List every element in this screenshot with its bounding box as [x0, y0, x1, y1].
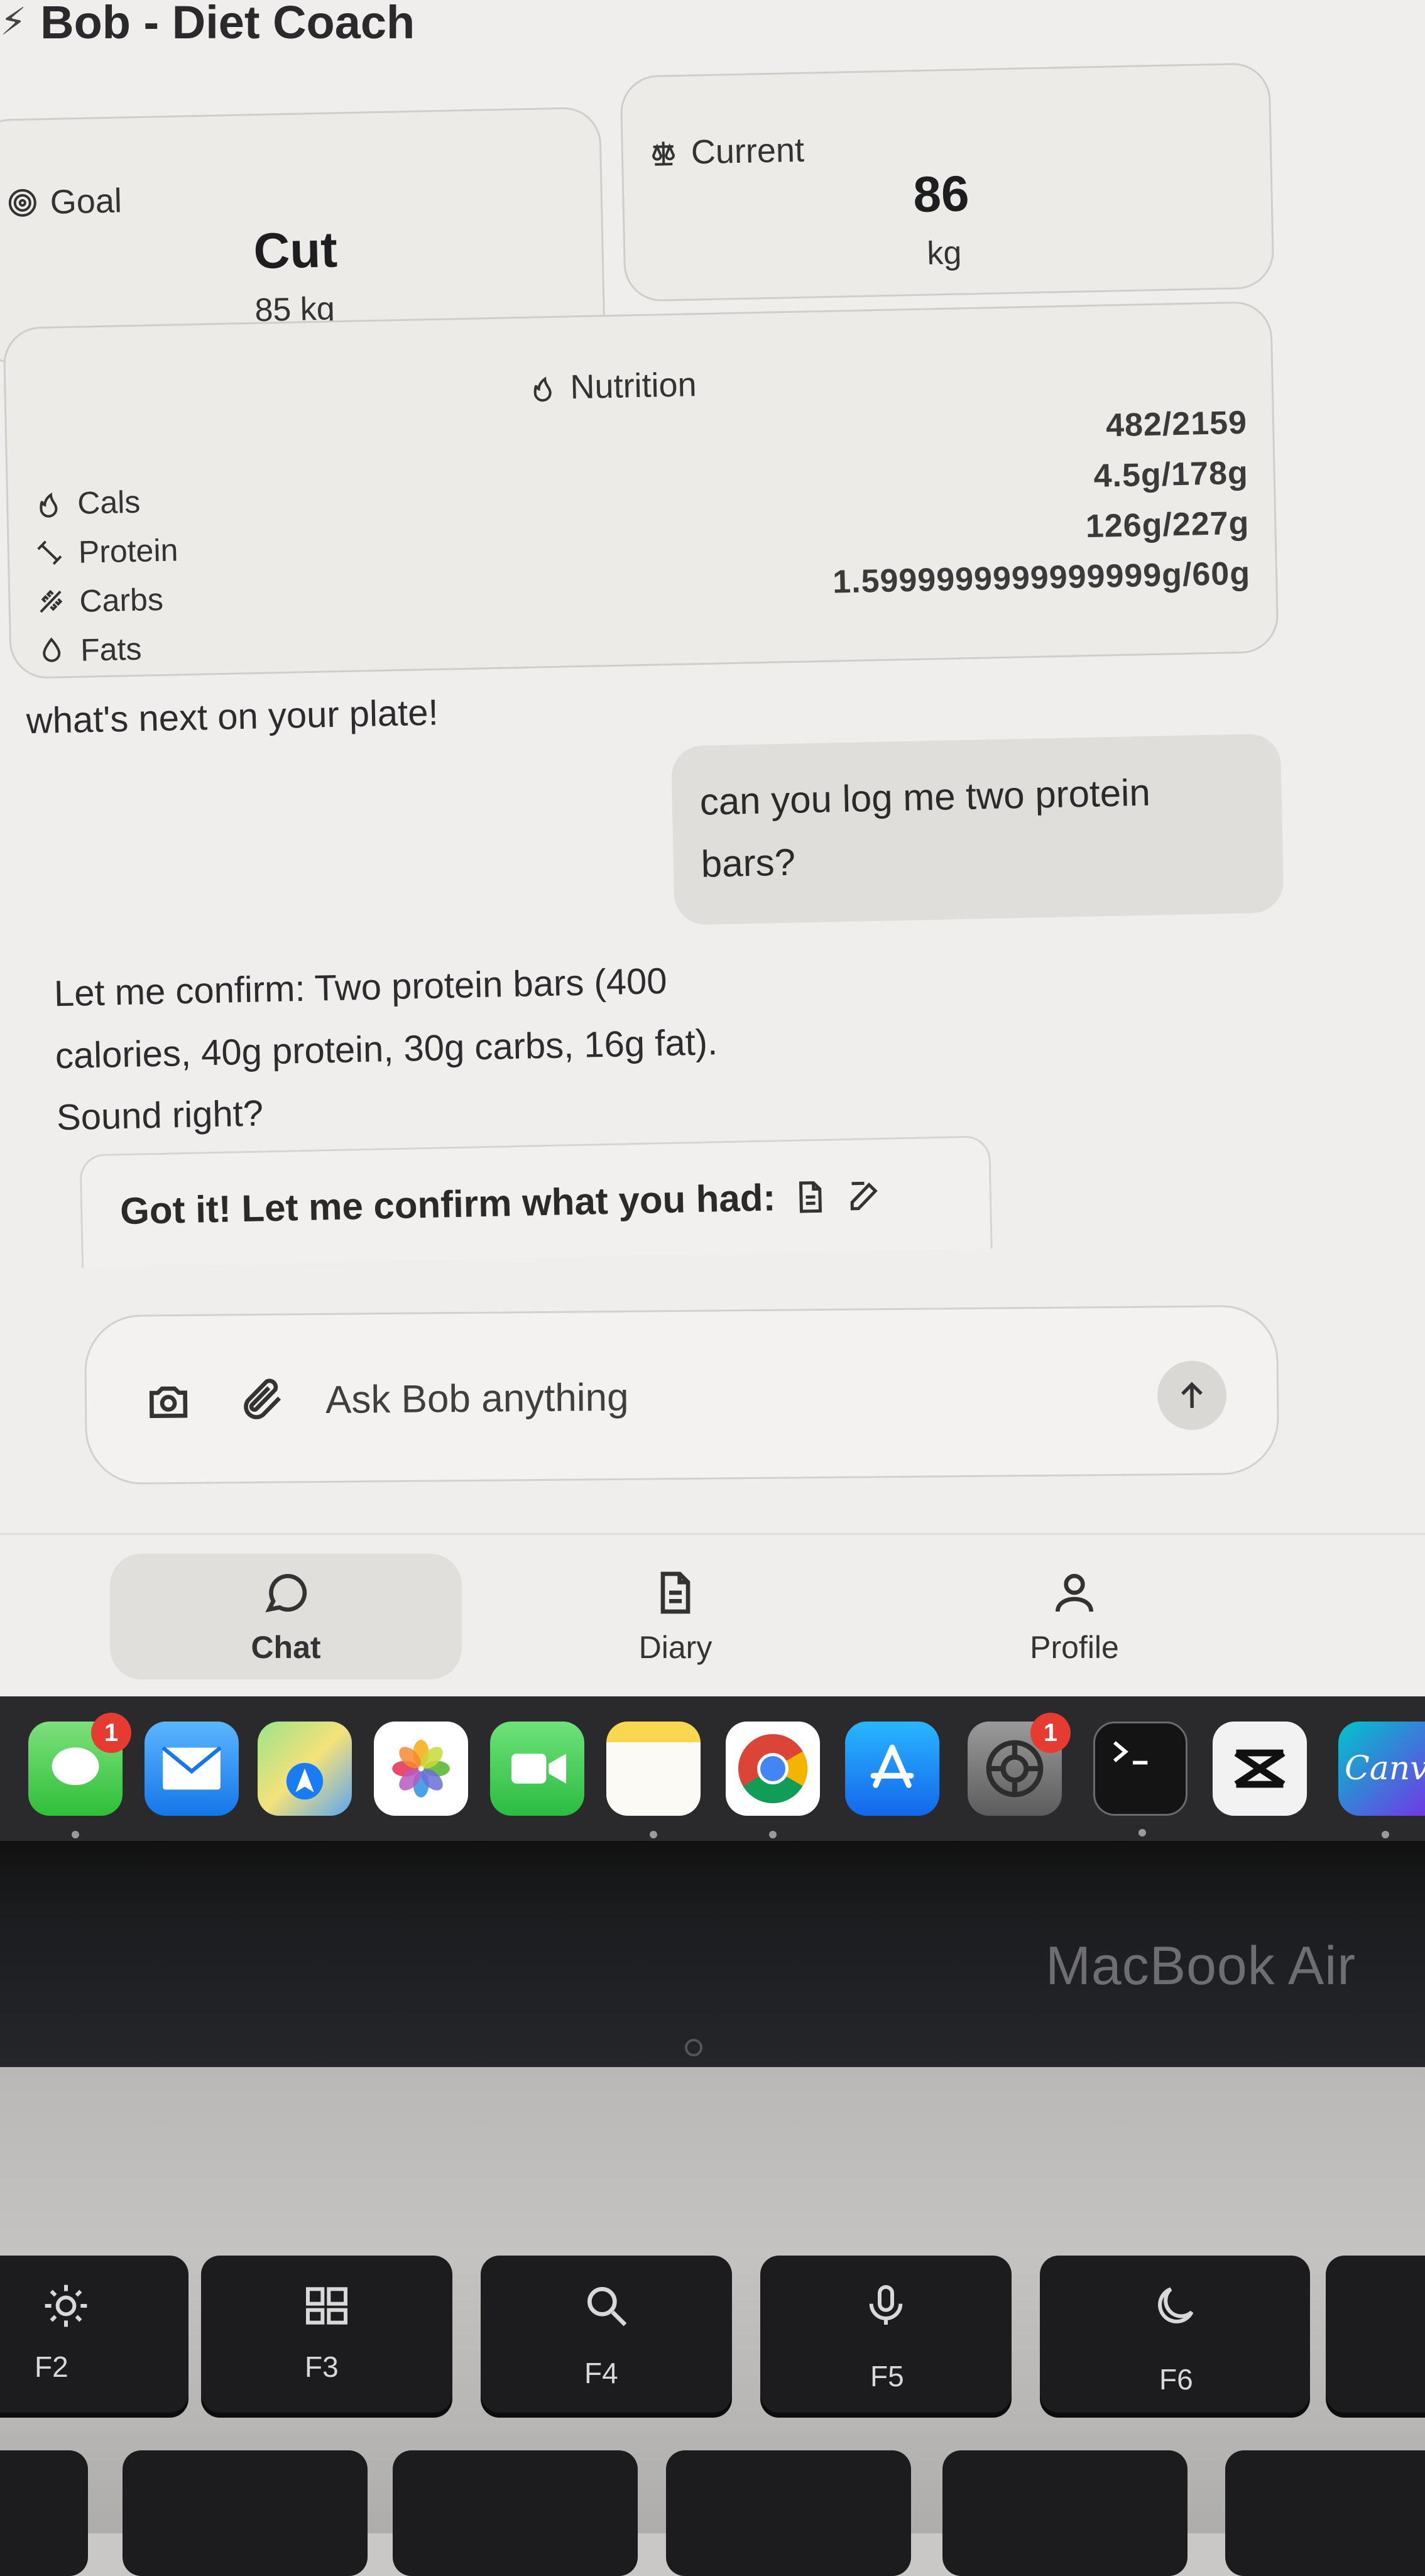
mail-app-icon[interactable] — [145, 1722, 239, 1816]
key-label: F4 — [584, 2357, 618, 2389]
chat-bubble-icon — [265, 1574, 307, 1613]
flame-icon — [533, 376, 552, 402]
brand-label: MacBook Air — [1046, 1936, 1356, 1996]
camera-notch — [685, 2039, 702, 2056]
laptop-bezel: MacBook Air — [0, 1841, 1425, 2067]
key-f2[interactable]: F2 — [0, 2256, 188, 2413]
droplet-icon — [43, 637, 61, 662]
scale-icon — [652, 141, 675, 166]
key-row2[interactable] — [666, 2450, 911, 2576]
nutrition-name: Protein — [78, 532, 178, 570]
nutrition-value-fats: 1.5999999999999999g/60g — [832, 555, 1251, 601]
search-icon — [587, 2287, 627, 2327]
chrome-app-icon[interactable] — [726, 1722, 820, 1838]
chat-thread[interactable]: what's next on your plate! can you log m… — [0, 636, 1425, 1294]
nutrition-row-cals: Cals — [33, 484, 141, 523]
document-icon — [660, 1571, 691, 1614]
key-row2[interactable] — [1225, 2450, 1425, 2576]
food-confirm-card[interactable]: Got it! Let me confirm what you had: — [79, 1135, 993, 1268]
camera-icon[interactable] — [143, 1376, 194, 1427]
nutrition-name: Carbs — [79, 581, 164, 619]
arrow-up-icon — [1181, 1382, 1203, 1408]
nutrition-name: Cals — [77, 484, 141, 521]
bot-message-partial: what's next on your plate! — [26, 692, 439, 742]
current-value: 86 — [912, 165, 970, 223]
tab-label: Diary — [638, 1630, 712, 1665]
app-screen: ⚡ Bob - Diet Coach Goal Cut 85 kg Curren… — [0, 0, 1425, 1696]
bot-message-line: Sound right? — [56, 1093, 264, 1138]
nutrition-value-cals: 482/2159 — [1105, 404, 1248, 444]
key-f3[interactable]: F3 — [201, 2256, 452, 2413]
app-store-icon[interactable] — [845, 1722, 939, 1816]
mission-control-icon — [306, 2287, 347, 2325]
goal-label: Goal — [50, 182, 123, 221]
tab-profile[interactable]: Profile — [898, 1554, 1250, 1679]
nutrition-label: Nutrition — [569, 366, 697, 407]
notes-app-icon[interactable] — [606, 1722, 701, 1838]
dumbbell-icon — [37, 540, 62, 565]
key-f7[interactable] — [1326, 2256, 1425, 2413]
tab-diary[interactable]: Diary — [500, 1554, 851, 1679]
macos-dock: 1 1 Can — [0, 1696, 1425, 1841]
photos-app-icon[interactable] — [374, 1722, 468, 1816]
microphone-icon — [869, 2285, 903, 2325]
canva-app-icon[interactable]: Canva — [1338, 1722, 1425, 1838]
nutrition-card[interactable]: Nutrition Cals Protein Carbs Fats 482/21… — [3, 300, 1279, 680]
send-button[interactable] — [1157, 1360, 1227, 1431]
key-f4[interactable]: F4 — [481, 2256, 732, 2413]
terminal-app-icon[interactable] — [1093, 1722, 1188, 1836]
key-f6[interactable]: F6 — [1040, 2256, 1310, 2413]
message-input[interactable] — [325, 1358, 1049, 1434]
brightness-icon — [45, 2284, 87, 2327]
current-unit: kg — [926, 234, 962, 272]
wheat-icon — [40, 589, 63, 613]
tab-chat[interactable]: Chat — [110, 1554, 462, 1679]
paperclip-icon[interactable] — [237, 1375, 288, 1426]
document-icon[interactable] — [792, 1177, 830, 1216]
messages-badge: 1 — [91, 1713, 131, 1753]
app-title: Bob - Diet Coach — [40, 0, 415, 48]
confirm-title: Got it! Let me confirm what you had: — [119, 1176, 777, 1233]
menu-icon[interactable]: ⚡ — [0, 0, 26, 44]
key-label: F6 — [1159, 2363, 1193, 2396]
nutrition-value-carbs: 126g/227g — [1085, 505, 1250, 545]
key-f5[interactable]: F5 — [760, 2256, 1012, 2413]
tab-label: Chat — [251, 1630, 321, 1665]
bottom-tab-bar: Chat Diary Profile — [0, 1533, 1425, 1690]
edit-icon[interactable] — [846, 1176, 884, 1214]
key-label: F2 — [35, 2350, 68, 2383]
system-settings-icon[interactable]: 1 — [968, 1713, 1071, 1816]
key-label: F5 — [870, 2360, 904, 2393]
messages-app-icon[interactable]: 1 — [28, 1713, 131, 1838]
key-row2[interactable] — [393, 2450, 638, 2576]
settings-badge: 1 — [1030, 1713, 1071, 1753]
target-icon — [8, 188, 36, 217]
facetime-app-icon[interactable] — [490, 1722, 584, 1816]
user-message-bubble: can you log me two protein bars? — [670, 733, 1284, 925]
keyboard-deck: F2 F3 F4 F5 F6 — [0, 2067, 1425, 2576]
maps-app-icon[interactable] — [258, 1722, 352, 1816]
app-header: ⚡ Bob - Diet Coach — [0, 0, 415, 57]
current-weight-card[interactable]: Current 86 kg — [620, 62, 1275, 302]
goal-value: Cut — [253, 221, 338, 280]
key-row2[interactable] — [0, 2450, 88, 2576]
nutrition-row-carbs: Carbs — [35, 581, 164, 620]
key-row2[interactable] — [942, 2450, 1188, 2576]
current-label: Current — [691, 131, 805, 172]
key-row2[interactable] — [123, 2450, 368, 2576]
bot-message: Let me confirm: Two protein bars (400 ca… — [53, 949, 719, 1149]
message-composer — [84, 1304, 1280, 1485]
canva-wordmark: Canva — [1345, 1750, 1425, 1787]
tab-label: Profile — [1030, 1630, 1119, 1665]
key-label: F3 — [305, 2350, 339, 2383]
capcut-app-icon[interactable] — [1213, 1722, 1307, 1816]
moon-icon — [1158, 2287, 1194, 2323]
flame-icon — [40, 492, 58, 518]
nutrition-value-protein: 4.5g/178g — [1093, 454, 1249, 494]
nutrition-row-protein: Protein — [34, 532, 178, 571]
person-icon — [1056, 1574, 1093, 1612]
